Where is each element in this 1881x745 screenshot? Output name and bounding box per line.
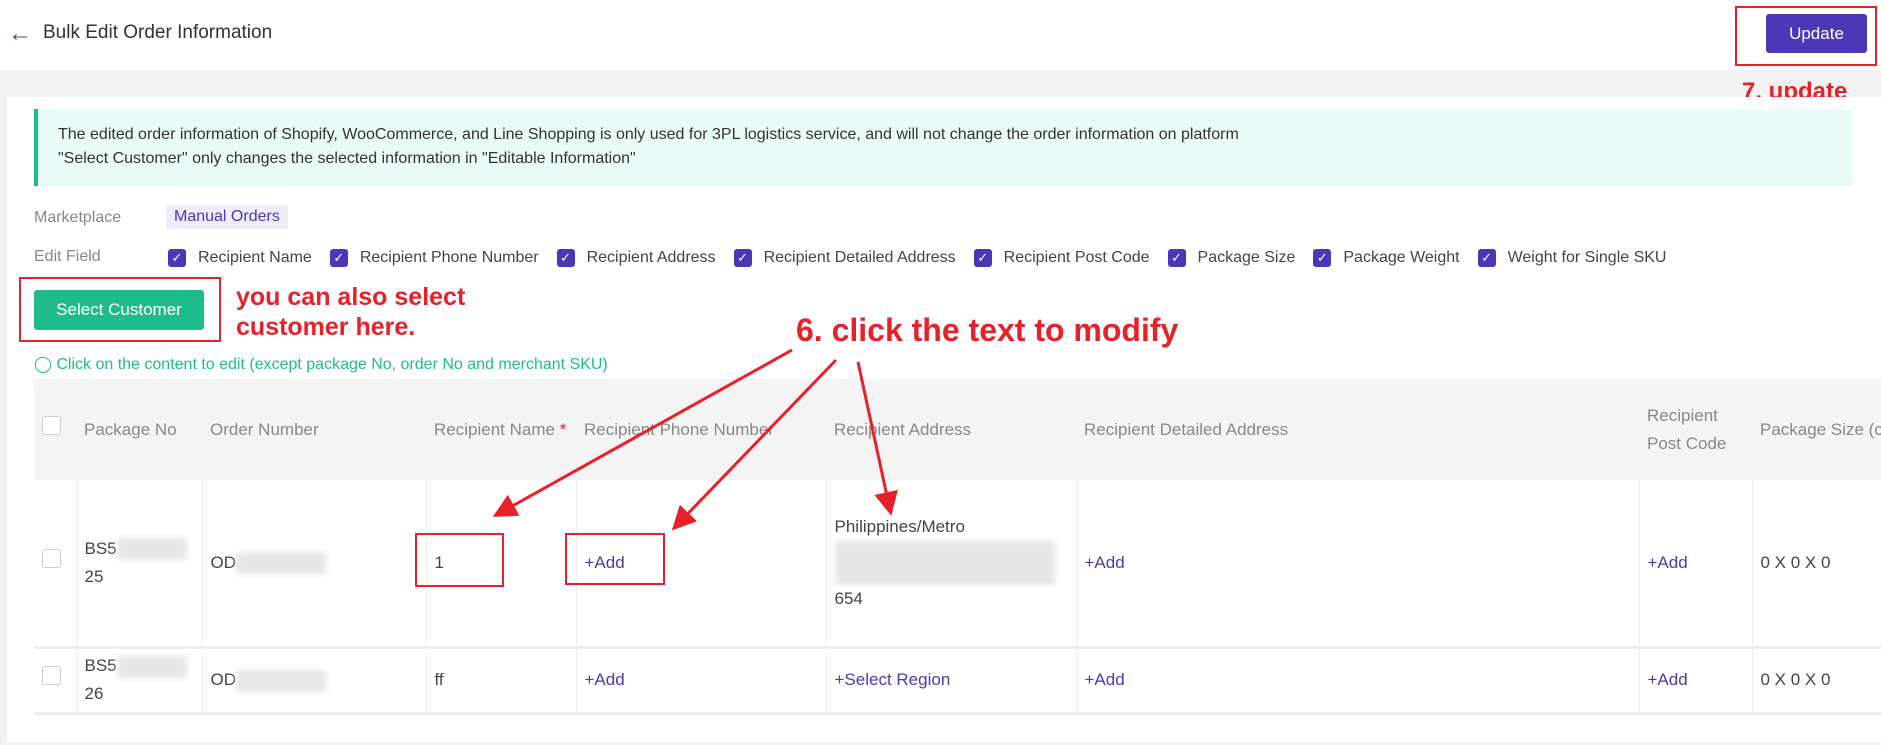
arrow-to-phone <box>671 358 838 531</box>
annotation-arrows <box>492 348 898 531</box>
arrow-to-name <box>492 348 793 517</box>
arrow-to-address <box>856 361 898 516</box>
